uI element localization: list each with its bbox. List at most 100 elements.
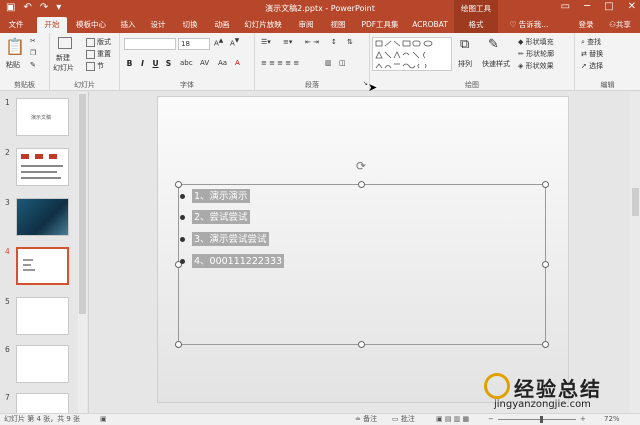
resize-handle[interactable] xyxy=(542,181,549,188)
share-button[interactable]: ⚇共享 xyxy=(604,17,636,33)
tab-home[interactable]: 开始 xyxy=(37,17,67,33)
tab-file[interactable]: 文件 xyxy=(4,17,28,33)
tab-transitions[interactable]: 切换 xyxy=(178,17,202,33)
notes-button[interactable]: ≐ 备注 xyxy=(355,414,377,425)
mouse-pointer-icon: ➤ xyxy=(368,81,378,94)
bullet-item[interactable]: 3、演示尝试尝试 xyxy=(180,232,269,246)
paste-button[interactable]: 粘贴 xyxy=(6,60,20,70)
slide-thumbnail-6[interactable]: 6 xyxy=(3,345,83,385)
slide-thumbnail-7[interactable]: 7 xyxy=(3,393,83,413)
ribbon-tabs: 文件 开始 模板中心 插入 设计 切换 动画 幻灯片放映 审阅 视图 PDF工具… xyxy=(0,17,640,33)
rotate-handle-icon[interactable]: ⟳ xyxy=(356,159,366,173)
resize-handle[interactable] xyxy=(175,181,182,188)
numbering-icon[interactable]: ≡▾ xyxy=(283,38,292,46)
arrange-button[interactable]: 排列 xyxy=(458,59,472,69)
thumbnail-scrollbar[interactable] xyxy=(78,92,87,413)
font-size-field[interactable]: 18 xyxy=(178,38,210,50)
bullets-icon[interactable]: ☰▾ xyxy=(261,38,271,46)
layout-button[interactable]: 版式 xyxy=(86,37,111,47)
shapes-gallery[interactable] xyxy=(372,37,452,71)
align-buttons-icon[interactable]: ≡ ≡ ≡ ≡ ≡ xyxy=(261,59,299,67)
zoom-slider-thumb[interactable] xyxy=(540,416,543,423)
zoom-slider[interactable] xyxy=(498,419,576,420)
new-slide-button-2[interactable]: 幻灯片 xyxy=(53,63,74,73)
shape-effects-button[interactable]: ◈ 形状效果 xyxy=(518,61,554,71)
quick-styles-icon[interactable]: ✎ xyxy=(488,37,499,52)
bold-button[interactable]: B xyxy=(124,59,135,69)
close-button[interactable]: ✕ xyxy=(628,1,636,12)
underline-button[interactable]: U xyxy=(150,59,161,69)
tab-review[interactable]: 审阅 xyxy=(294,17,318,33)
editor-scrollbar[interactable] xyxy=(630,92,640,413)
arrange-icon[interactable]: ⧉ xyxy=(460,37,469,52)
minimize-button[interactable]: ─ xyxy=(584,1,590,12)
spellcheck-icon[interactable]: ▣ xyxy=(100,414,107,425)
zoom-out-icon[interactable]: − xyxy=(488,414,494,425)
indent-icon[interactable]: ⇤ ⇥ xyxy=(305,38,319,46)
normal-view-icon[interactable]: ▣ ▤ ▥ ▦ xyxy=(436,414,469,425)
italic-button[interactable]: I xyxy=(137,59,148,69)
maximize-button[interactable]: □ xyxy=(604,1,613,12)
font-name-field[interactable] xyxy=(124,38,176,50)
comments-button[interactable]: ▭ 批注 xyxy=(392,414,415,425)
copy-icon[interactable]: ❐ xyxy=(30,49,36,57)
shadow-button[interactable]: S xyxy=(163,59,174,69)
paste-icon[interactable]: 📋 xyxy=(5,37,25,56)
tab-format[interactable]: 格式 xyxy=(454,17,498,33)
tab-view[interactable]: 视图 xyxy=(326,17,350,33)
slide-thumbnail-2[interactable]: 2 xyxy=(3,148,83,188)
tab-template-center[interactable]: 模板中心 xyxy=(72,17,110,33)
resize-handle[interactable] xyxy=(175,341,182,348)
line-spacing-icon[interactable]: ↕ xyxy=(331,38,337,46)
font-color-icon[interactable]: A xyxy=(235,59,240,67)
group-label-drawing: 绘图 xyxy=(465,81,479,89)
replace-button[interactable]: ⇄ 替换 xyxy=(581,49,603,59)
replace-icon: ⇄ xyxy=(581,50,587,58)
group-editing: ⌕ 查找 ⇄ 替换 ➚ 选择 编辑 xyxy=(575,33,640,91)
resize-handle[interactable] xyxy=(542,261,549,268)
tab-insert[interactable]: 插入 xyxy=(116,17,140,33)
group-label-clipboard: 剪贴板 xyxy=(14,81,35,89)
scroll-thumb[interactable] xyxy=(632,188,639,216)
text-direction-icon[interactable]: ⇅ xyxy=(347,38,353,46)
quick-styles-button[interactable]: 快速样式 xyxy=(482,59,510,69)
char-spacing-icon[interactable]: AV xyxy=(200,59,209,67)
shape-outline-button[interactable]: ✏ 形状轮廓 xyxy=(518,49,554,59)
find-button[interactable]: ⌕ 查找 xyxy=(581,37,601,47)
tell-me-box[interactable]: ♡ 告诉我... xyxy=(502,17,556,33)
cut-icon[interactable]: ✂ xyxy=(30,37,36,45)
columns-icon[interactable]: ▥ xyxy=(325,59,332,67)
bullet-item[interactable]: 1、演示演示 xyxy=(180,189,250,203)
sign-in-link[interactable]: 登录 xyxy=(574,17,598,33)
shrink-font-icon[interactable]: A▼ xyxy=(230,38,239,47)
new-slide-button[interactable]: 新建 xyxy=(56,53,70,63)
section-button[interactable]: 节 xyxy=(86,61,104,71)
resize-handle[interactable] xyxy=(358,181,365,188)
resize-handle[interactable] xyxy=(358,341,365,348)
bullet-item[interactable]: 2、尝试尝试 xyxy=(180,210,250,224)
ribbon-display-icon[interactable]: ▭ xyxy=(561,1,570,12)
slide-thumbnail-4[interactable]: 4 xyxy=(3,247,83,287)
format-painter-icon[interactable]: ✎ xyxy=(30,61,36,69)
slide-thumbnail-1[interactable]: 1 演示文稿 xyxy=(3,98,83,138)
strikethrough-icon[interactable]: abc xyxy=(180,59,193,67)
grow-font-icon[interactable]: A▲ xyxy=(214,38,223,47)
tab-animations[interactable]: 动画 xyxy=(210,17,234,33)
group-slides: 新建 幻灯片 版式 重置 节 幻灯片 xyxy=(50,33,120,91)
new-slide-icon[interactable] xyxy=(58,37,74,49)
slide-thumbnail-3[interactable]: 3 xyxy=(3,198,83,238)
zoom-in-icon[interactable]: + xyxy=(580,414,586,425)
tab-slideshow[interactable]: 幻灯片放映 xyxy=(240,17,286,33)
bullet-item[interactable]: 4、000111222333 xyxy=(180,254,285,268)
tab-design[interactable]: 设计 xyxy=(146,17,170,33)
slide-thumbnail-5[interactable]: 5 xyxy=(3,297,83,337)
zoom-level[interactable]: 72% xyxy=(604,414,620,425)
shape-fill-button[interactable]: ◆ 形状填充 xyxy=(518,37,554,47)
resize-handle[interactable] xyxy=(542,341,549,348)
tab-acrobat[interactable]: ACROBAT xyxy=(408,17,452,33)
select-button[interactable]: ➚ 选择 xyxy=(581,61,603,71)
tab-pdf-tools[interactable]: PDF工具集 xyxy=(358,17,402,33)
smartart-icon[interactable]: ◫ xyxy=(339,59,346,67)
reset-button[interactable]: 重置 xyxy=(86,49,111,59)
change-case-icon[interactable]: Aa xyxy=(218,59,227,67)
